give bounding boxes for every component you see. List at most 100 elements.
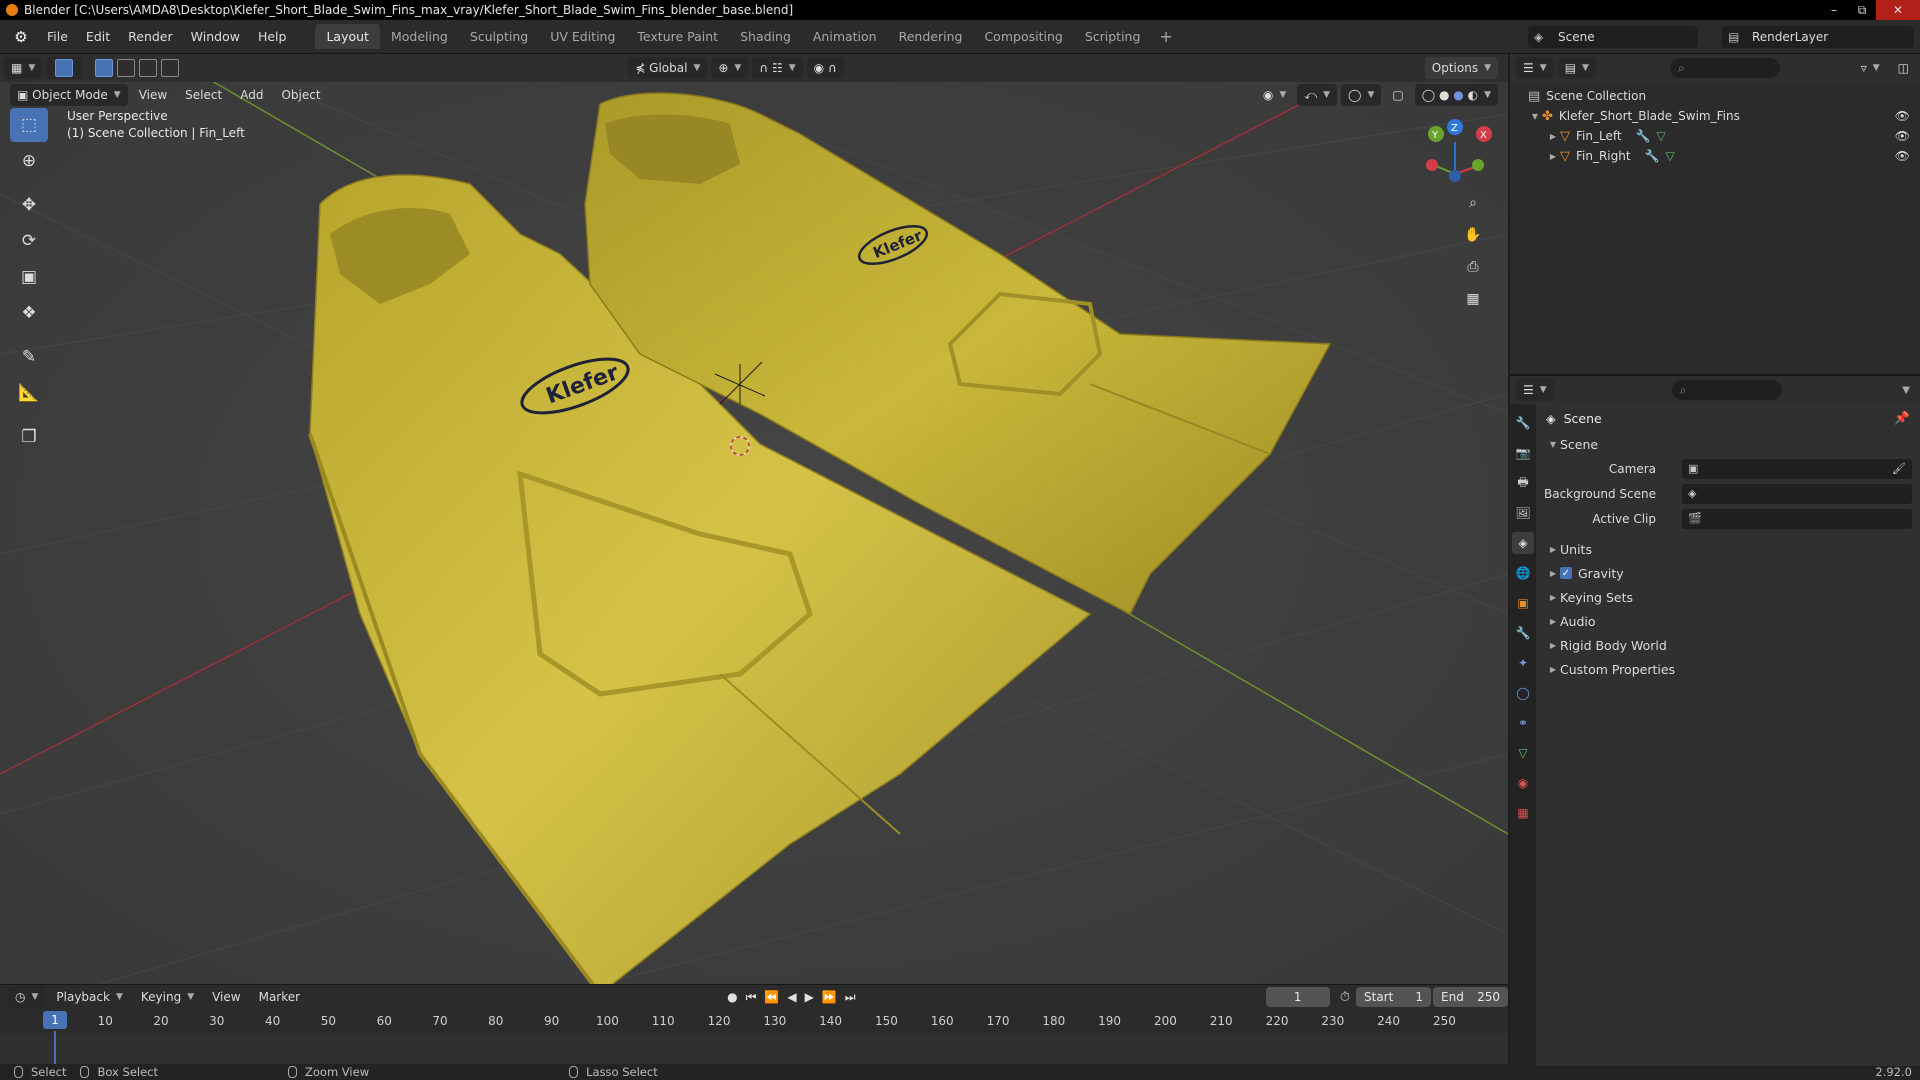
- timeline-ruler[interactable]: 10 20 30 40 50 60 70 80 90 100 110 120 130 140 150 160 1…: [0, 1011, 1508, 1033]
- gravity-checkbox[interactable]: ✓: [1560, 567, 1572, 579]
- scale-tool-icon[interactable]: ▣: [10, 260, 48, 294]
- gravity-panel-header[interactable]: ▶ ✓ Gravity: [1536, 561, 1920, 585]
- camera-field[interactable]: ▣ 🖌: [1682, 458, 1912, 479]
- pin-icon[interactable]: 📌: [1894, 410, 1910, 426]
- outliner-collection-row[interactable]: ▼ ✤ Klefer_Short_Blade_Swim_Fins 👁: [1510, 106, 1920, 126]
- maximize-button[interactable]: ⧉: [1848, 0, 1876, 20]
- overlay-toggle[interactable]: ◯ ▼: [1341, 84, 1382, 106]
- outliner-editor-type[interactable]: ☰ ▼: [1516, 57, 1554, 79]
- scene-panel-header[interactable]: ▼ Scene: [1536, 432, 1920, 456]
- menu-timeline-view[interactable]: View: [205, 986, 247, 1008]
- visibility-eye-icon[interactable]: 👁: [1895, 109, 1910, 123]
- selection-mode-buttons[interactable]: [86, 57, 188, 79]
- blender-menu-icon[interactable]: ⚙: [10, 26, 32, 48]
- select-tool-mode-button[interactable]: [46, 57, 83, 79]
- add-cube-tool-icon[interactable]: ❐: [10, 420, 48, 454]
- close-button[interactable]: ✕: [1876, 0, 1920, 20]
- world-tab-icon[interactable]: 🌐: [1512, 562, 1534, 584]
- scene-tab-icon[interactable]: ◈: [1512, 532, 1534, 554]
- display-mode-dropdown[interactable]: ▤ ▼: [1557, 57, 1596, 79]
- menu-object[interactable]: Object: [274, 84, 327, 106]
- material-tab-icon[interactable]: ◉: [1512, 772, 1534, 794]
- transform-tool-icon[interactable]: ❖: [10, 296, 48, 330]
- prev-keyframe-icon[interactable]: ⏪: [764, 990, 779, 1005]
- tab-animation[interactable]: Animation: [802, 24, 888, 49]
- gizmo-toggle[interactable]: ⤺ ▼: [1297, 84, 1337, 106]
- collapse-arrow-icon[interactable]: ▼: [1528, 112, 1542, 121]
- next-keyframe-icon[interactable]: ⏩: [822, 990, 837, 1005]
- visibility-eye-icon[interactable]: 👁: [1895, 129, 1910, 143]
- object-mode-dropdown[interactable]: ▣ Object Mode ▼: [10, 84, 128, 106]
- jump-start-icon[interactable]: ⏮: [746, 990, 757, 1005]
- tab-rendering[interactable]: Rendering: [888, 24, 974, 49]
- 3d-viewport[interactable]: Klefer Klefer Z X Y: [0, 54, 1508, 984]
- measure-tool-icon[interactable]: 📐: [10, 376, 48, 410]
- shading-mode-buttons[interactable]: ◯ ● ● ◐ ▼: [1414, 84, 1498, 106]
- menu-keying[interactable]: Keying ▼: [134, 986, 201, 1008]
- timeline-editor-type[interactable]: ◷ ▼: [8, 986, 46, 1008]
- active-clip-field[interactable]: 🎬: [1682, 508, 1912, 529]
- properties-editor-type[interactable]: ☰ ▼: [1516, 379, 1554, 401]
- mesh-data-tab-icon[interactable]: ▽: [1512, 742, 1534, 764]
- menu-add[interactable]: Add: [233, 84, 270, 106]
- minimize-button[interactable]: –: [1820, 0, 1848, 20]
- proportional-edit-toggle[interactable]: ◉ ∩: [806, 57, 844, 79]
- start-frame-field[interactable]: Start 1: [1356, 987, 1432, 1007]
- record-icon[interactable]: ●: [727, 990, 737, 1005]
- add-workspace-button[interactable]: +: [1151, 27, 1180, 46]
- custom-properties-panel-header[interactable]: ▶ Custom Properties: [1536, 657, 1920, 681]
- menu-select[interactable]: Select: [178, 84, 229, 106]
- tab-sculpting[interactable]: Sculpting: [459, 24, 539, 49]
- transform-orientation-dropdown[interactable]: ⋠ Global ▼: [628, 57, 708, 79]
- pivot-dropdown[interactable]: ⊕ ▼: [711, 57, 749, 79]
- physics-tab-icon[interactable]: ◯: [1512, 682, 1534, 704]
- ortho-grid-icon[interactable]: ▦: [1460, 286, 1486, 312]
- texture-tab-icon[interactable]: ▦: [1512, 802, 1534, 824]
- options-dropdown[interactable]: Options ▼: [1424, 57, 1498, 79]
- modifier-tab-icon[interactable]: 🔧: [1512, 622, 1534, 644]
- current-frame-field[interactable]: 1: [1265, 987, 1330, 1007]
- tab-scripting[interactable]: Scripting: [1074, 24, 1152, 49]
- menu-help[interactable]: Help: [249, 20, 296, 54]
- outliner-search-input[interactable]: ⌕: [1669, 58, 1780, 78]
- menu-marker[interactable]: Marker: [252, 986, 307, 1008]
- xray-toggle[interactable]: ▢: [1385, 84, 1410, 106]
- view-layer-tab-icon[interactable]: 🖼: [1512, 502, 1534, 524]
- new-collection-button[interactable]: ◫: [1891, 57, 1916, 79]
- properties-search-input[interactable]: ⌕: [1671, 380, 1782, 400]
- tab-layout[interactable]: Layout: [315, 24, 380, 49]
- playhead-label[interactable]: 1: [43, 1011, 67, 1029]
- filter-dropdown[interactable]: ▿ ▼: [1854, 57, 1887, 79]
- menu-file[interactable]: File: [38, 20, 77, 54]
- play-icon[interactable]: ▶: [805, 990, 814, 1005]
- annotate-tool-icon[interactable]: ✎: [10, 340, 48, 374]
- visibility-eye-icon[interactable]: 👁: [1895, 149, 1910, 163]
- end-frame-field[interactable]: End 250: [1433, 987, 1509, 1007]
- tab-uv-editing[interactable]: UV Editing: [539, 24, 626, 49]
- editor-type-button[interactable]: ▦ ▼: [4, 57, 43, 79]
- menu-render[interactable]: Render: [119, 20, 182, 54]
- outliner-object-row[interactable]: ▶ ▽ Fin_Right 🔧 ▽ 👁: [1510, 146, 1920, 166]
- tab-compositing[interactable]: Compositing: [973, 24, 1073, 49]
- expand-arrow-icon[interactable]: ▶: [1546, 152, 1560, 161]
- camera-view-icon[interactable]: ⎙: [1460, 254, 1486, 280]
- background-scene-field[interactable]: ◈: [1682, 483, 1912, 504]
- snap-toggle[interactable]: ∩ ☷ ▼: [752, 57, 803, 79]
- rigid-body-world-panel-header[interactable]: ▶ Rigid Body World: [1536, 633, 1920, 657]
- renderlayer-selector[interactable]: ▤ RenderLayer: [1722, 26, 1914, 48]
- rotate-tool-icon[interactable]: ⟳: [10, 224, 48, 258]
- scene-selector[interactable]: ◈ Scene: [1528, 26, 1698, 48]
- visibility-dropdown[interactable]: ◉ ▼: [1256, 84, 1293, 106]
- tab-texture-paint[interactable]: Texture Paint: [626, 24, 729, 49]
- pan-hand-icon[interactable]: ✋: [1460, 222, 1486, 248]
- menu-playback[interactable]: Playback ▼: [49, 986, 129, 1008]
- particles-tab-icon[interactable]: ✦: [1512, 652, 1534, 674]
- tab-shading[interactable]: Shading: [729, 24, 802, 49]
- keying-sets-panel-header[interactable]: ▶ Keying Sets: [1536, 585, 1920, 609]
- play-reverse-icon[interactable]: ◀: [787, 990, 796, 1005]
- expand-arrow-icon[interactable]: ▶: [1546, 132, 1560, 141]
- render-tab-icon[interactable]: 📷: [1512, 442, 1534, 464]
- zoom-icon[interactable]: ⌕: [1460, 190, 1486, 216]
- select-box-tool-icon[interactable]: ⬚: [10, 108, 48, 142]
- units-panel-header[interactable]: ▶ Units: [1536, 537, 1920, 561]
